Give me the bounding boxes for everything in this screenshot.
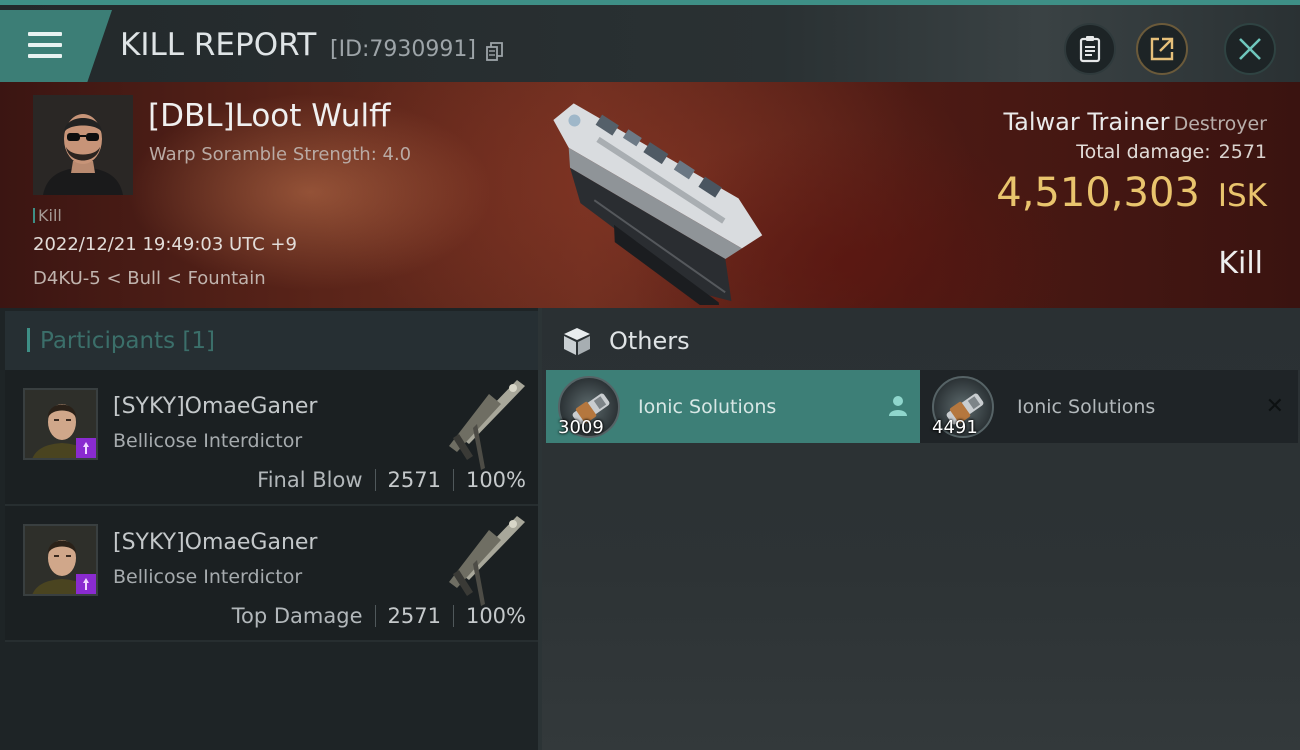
isk-unit: ISK xyxy=(1217,178,1267,214)
participants-panel: Participants [1] [SYKY]OmaeGaner Bellico… xyxy=(0,308,542,750)
report-button[interactable] xyxy=(1064,23,1116,75)
scramble-strength: Warp Soramble Strength: 4.0 xyxy=(149,144,412,165)
participant-role: Top Damage xyxy=(231,604,363,628)
victim-ship-image xyxy=(553,103,763,305)
menu-icon xyxy=(28,32,62,58)
destroyed-x-icon: ✕ xyxy=(1265,394,1284,419)
title-bar: KILL REPORT [ID:7930991] xyxy=(0,0,1300,82)
faction-badge-icon xyxy=(76,574,96,594)
participant-ship-image xyxy=(449,516,525,606)
page-title: KILL REPORT xyxy=(120,27,317,63)
kill-tag: Kill xyxy=(33,206,62,225)
participant-avatar[interactable] xyxy=(23,524,98,596)
participant-ship: Bellicose Interdictor xyxy=(113,430,303,452)
participant-percent: 100% xyxy=(465,468,526,492)
kill-result: Kill xyxy=(1218,246,1263,281)
tab-participants-label: Participants xyxy=(40,328,176,354)
participant-stats: Final Blow 2571 100% xyxy=(257,468,526,492)
victim-ship: Talwar Trainer Destroyer xyxy=(1003,108,1267,136)
participant-percent: 100% xyxy=(465,604,526,628)
others-panel: Others 3009 Ionic Solutions 4491 Ionic S… xyxy=(542,308,1300,750)
kill-location: D4KU-5 < Bull < Fountain xyxy=(33,268,266,289)
isk-amount: 4,510,303 xyxy=(996,170,1200,216)
clipboard-icon xyxy=(1079,36,1101,63)
item-name: Ionic Solutions xyxy=(638,396,777,418)
total-damage-label: Total damage: xyxy=(1076,141,1211,163)
ship-name: Talwar Trainer xyxy=(1003,108,1170,136)
participant-stats: Top Damage 2571 100% xyxy=(232,604,526,628)
participant-name: [SYKY]OmaeGaner xyxy=(113,394,318,419)
participant-damage: 2571 xyxy=(387,468,441,492)
participant-ship-image xyxy=(449,380,525,470)
participant-name: [SYKY]OmaeGaner xyxy=(113,530,318,555)
participants-tab-bar: Participants [1] xyxy=(5,311,538,370)
item-quantity: 4491 xyxy=(932,417,978,438)
kill-id: [ID:7930991] xyxy=(330,37,476,62)
menu-button[interactable] xyxy=(0,10,112,82)
victim-avatar xyxy=(33,95,133,195)
total-damage: Total damage: 2571 xyxy=(1076,141,1267,163)
others-header: Others xyxy=(562,326,690,356)
item-name: Ionic Solutions xyxy=(1017,396,1156,418)
participant-row[interactable]: [SYKY]OmaeGaner Bellicose Interdictor Fi… xyxy=(5,370,538,506)
tab-participants[interactable]: Participants [1] xyxy=(27,328,215,354)
person-icon xyxy=(889,396,907,416)
share-icon xyxy=(1150,37,1174,61)
participant-avatar[interactable] xyxy=(23,388,98,460)
item-quantity: 3009 xyxy=(558,417,604,438)
item-slot[interactable]: 4491 Ionic Solutions ✕ xyxy=(920,370,1298,443)
victim-banner: [DBL]Loot Wulff Warp Soramble Strength: … xyxy=(0,82,1300,308)
share-button[interactable] xyxy=(1136,23,1188,75)
close-icon xyxy=(1239,38,1261,60)
participant-row[interactable]: [SYKY]OmaeGaner Bellicose Interdictor To… xyxy=(5,506,538,642)
victim-portrait[interactable] xyxy=(33,95,133,195)
others-title: Others xyxy=(609,327,690,355)
item-slot-selected[interactable]: 3009 Ionic Solutions xyxy=(546,370,920,443)
cube-icon xyxy=(564,328,590,355)
copy-icon[interactable] xyxy=(486,42,503,61)
participant-damage: 2571 xyxy=(387,604,441,628)
kill-tag-label: Kill xyxy=(38,206,62,225)
ship-class: Destroyer xyxy=(1173,113,1267,135)
close-button[interactable] xyxy=(1224,23,1276,75)
participant-ship: Bellicose Interdictor xyxy=(113,566,303,588)
isk-value: 4,510,303 ISK xyxy=(996,170,1267,216)
kill-timestamp: 2022/12/21 19:49:03 UTC +9 xyxy=(33,234,297,255)
total-damage-value: 2571 xyxy=(1218,141,1267,163)
victim-name: [DBL]Loot Wulff xyxy=(148,98,391,134)
faction-badge-icon xyxy=(76,438,96,458)
participants-count: [1] xyxy=(182,328,216,354)
participant-role: Final Blow xyxy=(257,468,363,492)
